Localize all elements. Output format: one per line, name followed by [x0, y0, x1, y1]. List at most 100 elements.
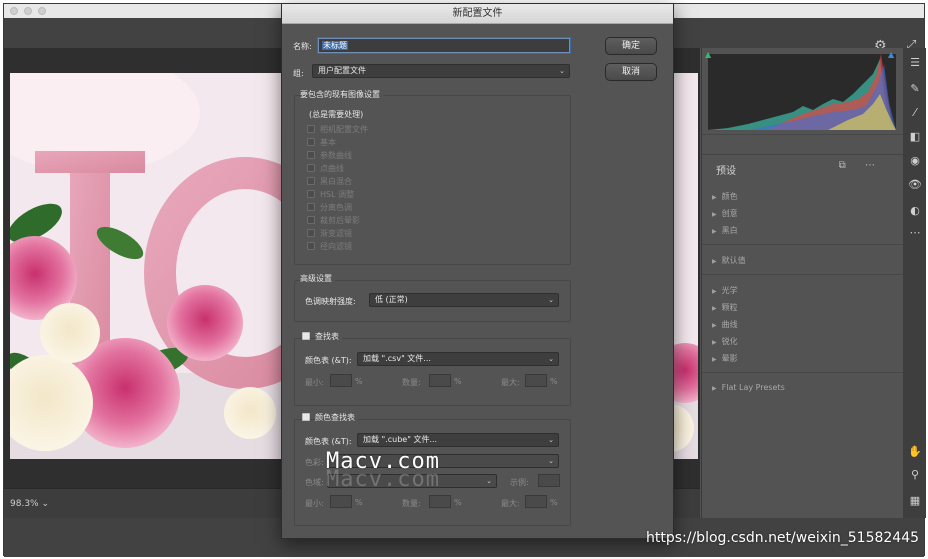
setting-label: 渐变滤镜 — [320, 229, 352, 238]
profile-name-value: 未标题 — [322, 41, 348, 50]
preset-group-bw[interactable]: ▶ 黑白 — [712, 225, 738, 236]
more-icon[interactable]: ⋯ — [908, 226, 922, 240]
setting-label: 黑白混合 — [320, 177, 352, 186]
checkbox[interactable] — [307, 138, 315, 146]
setting-label: 相机配置文件 — [320, 125, 368, 134]
cancel-button[interactable]: 取消 — [605, 63, 657, 81]
checkbox[interactable] — [307, 177, 315, 185]
presets-title: 预设 — [716, 166, 736, 177]
tone-map-value: 低 (正常) — [375, 295, 408, 304]
red-eye-icon[interactable]: 👁 — [908, 178, 922, 192]
setting-label: 径向滤镜 — [320, 242, 352, 251]
preset-group-color[interactable]: ▶ 颜色 — [712, 191, 738, 202]
chevron-down-icon: ⌄ — [486, 477, 492, 485]
color-lookup-checkbox[interactable] — [302, 413, 310, 421]
preset-group-curves[interactable]: ▶ 曲线 — [712, 319, 738, 330]
percent-unit: % — [355, 498, 363, 507]
preset-group-vignette[interactable]: ▶ 晕影 — [712, 353, 738, 364]
checkbox[interactable] — [307, 190, 315, 198]
setting-label: 参数曲线 — [320, 151, 352, 160]
chevron-down-icon: ⌄ — [548, 436, 554, 444]
clut-amount-input[interactable] — [429, 495, 451, 508]
lookup-amount-input[interactable] — [429, 374, 451, 387]
clut-amount-label: 数量: — [402, 499, 421, 508]
sliders-icon[interactable]: ☰ — [908, 56, 922, 70]
group-select[interactable]: 用户配置文件 ⌄ — [312, 64, 570, 78]
clut-color-table-value: 加载 ".cube" 文件... — [363, 435, 438, 444]
clut-sample-input[interactable] — [538, 474, 560, 487]
tone-map-label: 色调映射强度: — [305, 297, 356, 306]
presets-header: 预设 ⧉ ⋯ — [702, 154, 903, 178]
checkbox[interactable] — [307, 229, 315, 237]
presets-icon[interactable]: ◐ — [908, 204, 922, 218]
setting-label: 裁剪后晕影 — [320, 216, 360, 225]
lookup-table-checkbox[interactable] — [302, 332, 310, 340]
highlight-clipping-icon[interactable]: ▲ — [888, 50, 894, 59]
ok-button[interactable]: 确定 — [605, 37, 657, 55]
percent-unit: % — [550, 498, 558, 507]
lookup-table-title: 查找表 — [315, 331, 342, 342]
chevron-down-icon: ⌄ — [559, 67, 565, 75]
watermark: Macv.com — [326, 449, 440, 474]
grid-icon[interactable]: ▦ — [908, 494, 922, 508]
clut-color-table-select[interactable]: 加载 ".cube" 文件... ⌄ — [357, 433, 559, 447]
clut-min-input[interactable] — [330, 495, 352, 508]
setting-label: 点曲线 — [320, 164, 344, 173]
name-label: 名称: — [293, 42, 312, 51]
lookup-min-label: 最小: — [305, 378, 324, 387]
minimize-window-button[interactable] — [24, 7, 32, 15]
clut-gamut-label: 色域: — [305, 478, 324, 487]
existing-settings-title: 要包含的现有图像设置 — [300, 89, 383, 100]
clut-max-label: 最大: — [501, 499, 520, 508]
checkbox[interactable] — [307, 242, 315, 250]
preset-group-default[interactable]: ▶ 默认值 — [712, 255, 746, 266]
checkbox[interactable] — [307, 125, 315, 133]
lookup-color-table-label: 颜色表 (&T): — [305, 356, 352, 365]
source-url: https://blog.csdn.net/weixin_51582445 — [646, 530, 920, 546]
checkbox[interactable] — [307, 164, 315, 172]
healing-brush-icon[interactable]: ✎ — [908, 82, 922, 96]
percent-unit: % — [454, 377, 462, 386]
lookup-table-group — [294, 338, 571, 406]
lookup-min-input[interactable] — [330, 374, 352, 387]
checkbox[interactable] — [307, 151, 315, 159]
lookup-max-label: 最大: — [501, 378, 520, 387]
hand-icon[interactable]: ✋ — [908, 445, 922, 459]
preset-group-flat-lay[interactable]: ▶ Flat Lay Presets — [712, 383, 785, 392]
preset-group-optics[interactable]: ▶ 光学 — [712, 285, 738, 296]
gradient-icon[interactable]: ◧ — [908, 130, 922, 144]
clut-color-table-label: 颜色表 (&T): — [305, 437, 352, 446]
clut-color-space-label: 色彩: — [305, 458, 324, 467]
presets-actions[interactable]: ⧉ ⋯ — [839, 160, 883, 171]
eyedropper-icon[interactable]: ⚲ — [908, 468, 922, 482]
edit-panel: ▲ ▲ 预设 ⧉ ⋯ ▶ 颜色 ▶ 创意 ▶ 黑白 ▶ 默认值 ▶ 光学 ▶ 颗粒 ▶ 曲线 … — [701, 48, 903, 518]
setting-label: 基本 — [320, 138, 336, 147]
histogram-graph — [708, 54, 896, 130]
existing-settings-note: (总是需要处理) — [309, 110, 364, 119]
checkbox[interactable] — [307, 203, 315, 211]
preset-group-sharpen[interactable]: ▶ 锐化 — [712, 336, 738, 347]
dialog-title: 新配置文件 — [282, 4, 673, 24]
brush-icon[interactable]: ⁄ — [908, 106, 922, 120]
zoom-level[interactable]: 98.3% ⌄ — [10, 499, 49, 509]
setting-label: HSL 调整 — [320, 190, 355, 199]
tone-map-select[interactable]: 低 (正常) ⌄ — [369, 293, 559, 307]
lookup-color-table-value: 加载 ".csv" 文件... — [363, 354, 431, 363]
close-window-button[interactable] — [10, 7, 18, 15]
shadow-clipping-icon[interactable]: ▲ — [705, 50, 711, 59]
lookup-color-table-select[interactable]: 加载 ".csv" 文件... ⌄ — [357, 352, 559, 366]
advanced-settings-title: 高级设置 — [300, 273, 335, 284]
preset-group-grain[interactable]: ▶ 颗粒 — [712, 302, 738, 313]
preset-group-creative[interactable]: ▶ 创意 — [712, 208, 738, 219]
radial-filter-icon[interactable]: ◉ — [908, 154, 922, 168]
zoom-window-button[interactable] — [38, 7, 46, 15]
chevron-down-icon: ⌄ — [548, 457, 554, 465]
percent-unit: % — [550, 377, 558, 386]
checkbox[interactable] — [307, 216, 315, 224]
clut-max-input[interactable] — [525, 495, 547, 508]
percent-unit: % — [355, 377, 363, 386]
percent-unit: % — [454, 498, 462, 507]
profile-name-input[interactable]: 未标题 — [318, 38, 570, 53]
lookup-max-input[interactable] — [525, 374, 547, 387]
tool-strip: ☰ ✎ ⁄ ◧ ◉ 👁 ◐ ⋯ ✋ ⚲ ▦ — [903, 48, 926, 518]
